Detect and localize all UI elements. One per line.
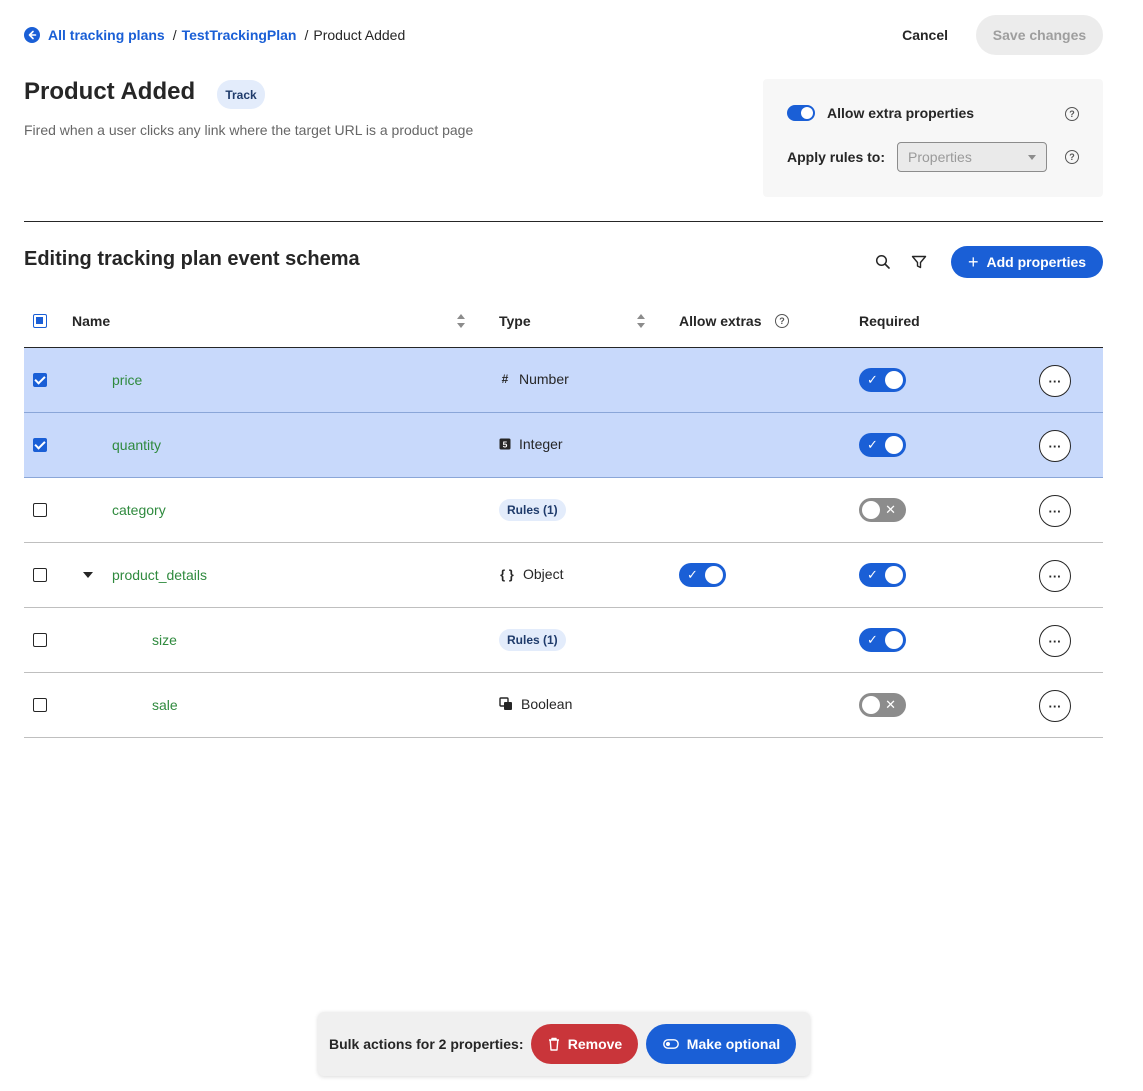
make-optional-label: Make optional — [686, 1036, 781, 1052]
property-type: { } Object — [499, 566, 563, 582]
required-toggle[interactable]: ✓ — [859, 433, 906, 457]
back-arrow-icon[interactable] — [24, 27, 40, 43]
event-description: Fired when a user clicks any link where … — [24, 122, 474, 138]
column-header-name[interactable]: Name — [72, 313, 110, 329]
number-icon: # — [501, 372, 509, 386]
schema-title: Editing tracking plan event schema — [24, 248, 360, 270]
property-type: Boolean — [499, 696, 572, 712]
table-header: Name Type Allow extras ? Required — [24, 294, 1103, 348]
required-toggle[interactable]: ✓ — [859, 563, 906, 587]
more-options-button[interactable]: ··· — [1039, 625, 1071, 657]
breadcrumb-separator: / — [304, 27, 309, 43]
property-name[interactable]: quantity — [112, 437, 161, 453]
rules-badge[interactable]: Rules (1) — [499, 499, 566, 521]
help-icon[interactable]: ? — [1065, 150, 1079, 164]
more-options-button[interactable]: ··· — [1039, 690, 1071, 722]
svg-text:5: 5 — [503, 439, 508, 449]
divider — [24, 221, 1103, 222]
breadcrumb-all-tracking-plans[interactable]: All tracking plans — [48, 27, 165, 43]
select-all-checkbox[interactable] — [33, 314, 47, 328]
trash-icon — [548, 1037, 559, 1051]
breadcrumb-separator: / — [172, 27, 177, 43]
bulk-actions-label: Bulk actions for 2 properties: — [329, 1036, 524, 1052]
required-toggle[interactable]: ✓ — [859, 368, 906, 392]
property-name[interactable]: category — [112, 502, 166, 518]
table-row: size Rules (1) ✓ ··· — [24, 608, 1103, 673]
required-toggle[interactable]: ✕ — [859, 693, 906, 717]
boolean-icon — [499, 697, 513, 711]
property-type: 5 Integer — [499, 436, 563, 452]
more-options-button[interactable]: ··· — [1039, 365, 1071, 397]
bulk-actions-bar: Bulk actions for 2 properties: Remove Ma… — [318, 1012, 810, 1076]
row-checkbox[interactable] — [33, 373, 47, 387]
toggle-icon — [662, 1039, 679, 1049]
event-settings-panel: Allow extra properties ? Apply rules to:… — [763, 79, 1103, 197]
row-checkbox[interactable] — [33, 503, 47, 517]
table-row: price # Number ✓ ··· — [24, 348, 1103, 413]
rules-badge[interactable]: Rules (1) — [499, 629, 566, 651]
top-bar: All tracking plans / TestTrackingPlan / … — [24, 15, 1103, 55]
row-checkbox[interactable] — [33, 438, 47, 452]
property-type-label: Boolean — [521, 696, 573, 712]
object-icon: { } — [500, 566, 514, 582]
property-type: # Number — [499, 371, 569, 387]
property-type-label: Object — [523, 566, 564, 582]
required-toggle[interactable]: ✓ — [859, 628, 906, 652]
breadcrumb-current: Product Added — [313, 27, 406, 43]
make-optional-button[interactable]: Make optional — [646, 1024, 797, 1064]
row-checkbox[interactable] — [33, 568, 47, 582]
expand-caret-icon[interactable] — [83, 572, 93, 578]
allow-extra-properties-toggle[interactable] — [787, 105, 815, 121]
column-header-required: Required — [859, 313, 920, 329]
required-toggle[interactable]: ✕ — [859, 498, 906, 522]
more-options-button[interactable]: ··· — [1039, 560, 1071, 592]
column-header-allow-extras: Allow extras — [679, 313, 762, 329]
remove-button[interactable]: Remove — [531, 1024, 639, 1064]
property-name[interactable]: price — [112, 372, 142, 388]
table-row: product_details { } Object ✓ ✓ ··· — [24, 543, 1103, 608]
allow-extras-toggle[interactable]: ✓ — [679, 563, 726, 587]
property-type-label: Integer — [519, 436, 563, 452]
sort-icon[interactable] — [457, 314, 465, 328]
property-name[interactable]: size — [152, 632, 177, 648]
remove-label: Remove — [567, 1036, 623, 1052]
search-icon[interactable] — [871, 250, 895, 274]
apply-rules-label: Apply rules to: — [787, 149, 886, 165]
column-header-type[interactable]: Type — [499, 313, 531, 329]
chevron-down-icon — [1028, 155, 1037, 160]
apply-rules-select[interactable]: Properties — [897, 142, 1048, 172]
sort-icon[interactable] — [637, 314, 645, 328]
add-properties-button[interactable]: + Add properties — [951, 246, 1103, 278]
save-changes-button[interactable]: Save changes — [976, 15, 1103, 55]
property-type-label: Number — [519, 371, 569, 387]
page-title: Product Added — [24, 78, 196, 105]
table-row: category Rules (1) ✕ ··· — [24, 478, 1103, 543]
integer-icon: 5 — [499, 438, 511, 450]
more-options-button[interactable]: ··· — [1039, 495, 1071, 527]
breadcrumb-tracking-plan[interactable]: TestTrackingPlan — [182, 27, 297, 43]
breadcrumb: All tracking plans / TestTrackingPlan / … — [24, 27, 405, 43]
help-icon[interactable]: ? — [1065, 107, 1079, 121]
allow-extra-properties-label: Allow extra properties — [827, 105, 975, 121]
filter-icon[interactable] — [907, 250, 931, 274]
add-properties-label: Add properties — [986, 254, 1087, 270]
event-type-badge: Track — [217, 80, 265, 109]
property-name[interactable]: sale — [152, 697, 178, 713]
more-options-button[interactable]: ··· — [1039, 430, 1071, 462]
help-icon[interactable]: ? — [775, 314, 789, 328]
cancel-button[interactable]: Cancel — [874, 15, 976, 55]
schema-table: Name Type Allow extras ? Required price … — [24, 294, 1103, 738]
property-name[interactable]: product_details — [112, 567, 207, 583]
table-row: quantity 5 Integer ✓ ··· — [24, 413, 1103, 478]
row-checkbox[interactable] — [33, 698, 47, 712]
table-row: sale Boolean ✕ ··· — [24, 673, 1103, 738]
apply-rules-placeholder: Properties — [908, 149, 972, 165]
plus-icon: + — [967, 252, 979, 272]
row-checkbox[interactable] — [33, 633, 47, 647]
